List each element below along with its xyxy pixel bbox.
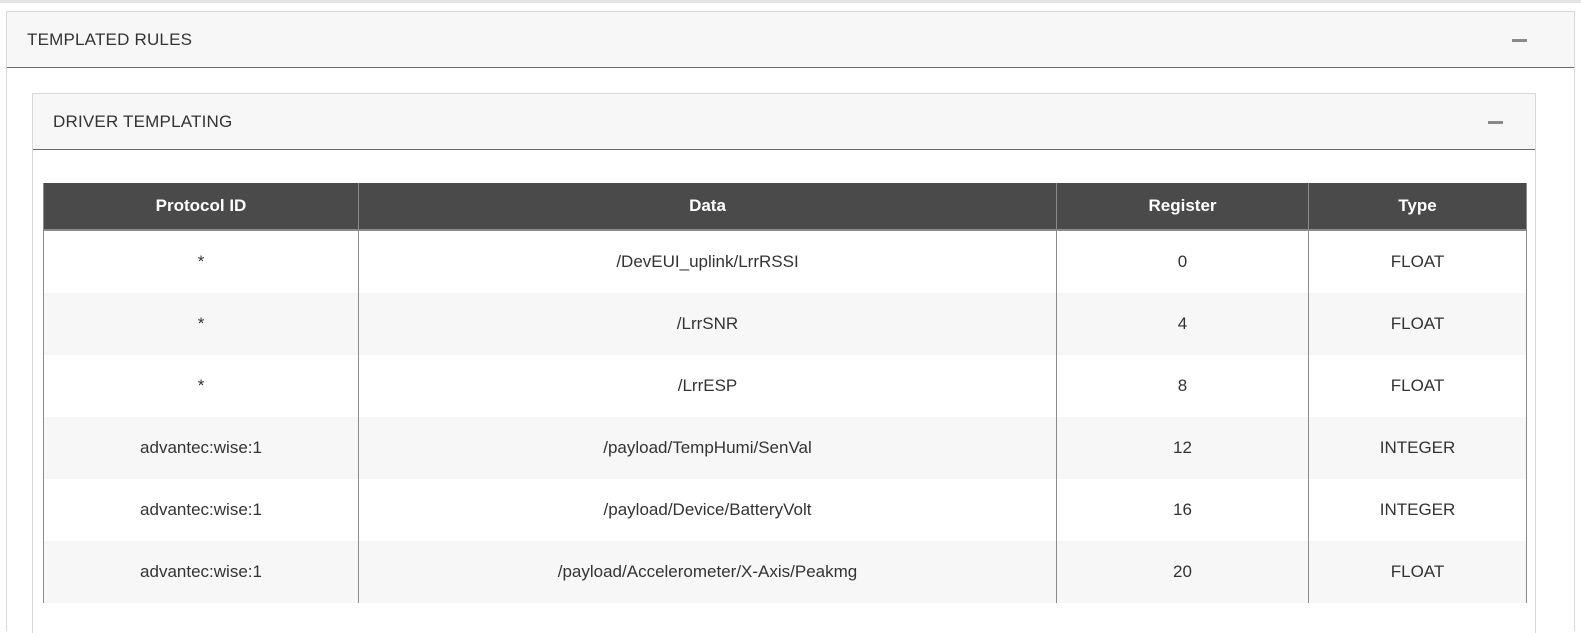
- data-cell: /payload/Device/BatteryVolt: [358, 479, 1057, 541]
- type-cell: FLOAT: [1308, 293, 1527, 355]
- type-cell: FLOAT: [1308, 230, 1527, 293]
- data-cell: /LrrSNR: [358, 293, 1057, 355]
- data-cell: /payload/TempHumi/SenVal: [358, 417, 1057, 479]
- type-cell: INTEGER: [1308, 479, 1527, 541]
- table-row[interactable]: advantec:wise:1 /payload/Accelerometer/X…: [43, 541, 1527, 603]
- register-cell: 16: [1056, 479, 1309, 541]
- table-row[interactable]: * /LrrESP 8 FLOAT: [43, 355, 1527, 417]
- data-cell: /payload/Accelerometer/X-Axis/Peakmg: [358, 541, 1057, 603]
- minus-icon: [1512, 39, 1527, 42]
- protocol-id-cell: *: [43, 230, 359, 293]
- table-header-row: Protocol ID Data Register Type: [43, 183, 1527, 231]
- table-row[interactable]: * /DevEUI_uplink/LrrRSSI 0 FLOAT: [43, 230, 1527, 293]
- table-row[interactable]: advantec:wise:1 /payload/TempHumi/SenVal…: [43, 417, 1527, 479]
- type-cell: INTEGER: [1308, 417, 1527, 479]
- driver-templating-header[interactable]: DRIVER TEMPLATING: [33, 94, 1535, 150]
- table-row[interactable]: advantec:wise:1 /payload/Device/BatteryV…: [43, 479, 1527, 541]
- protocol-id-cell: advantec:wise:1: [43, 541, 359, 603]
- collapse-templated-rules-button[interactable]: [1504, 25, 1534, 55]
- type-cell: FLOAT: [1308, 355, 1527, 417]
- column-header-data[interactable]: Data: [358, 183, 1057, 231]
- data-cell: /DevEUI_uplink/LrrRSSI: [358, 230, 1057, 293]
- collapse-driver-templating-button[interactable]: [1480, 107, 1510, 137]
- column-header-register[interactable]: Register: [1056, 183, 1309, 231]
- register-cell: 0: [1056, 230, 1309, 293]
- driver-templating-panel: DRIVER TEMPLATING Protocol ID Data Regis…: [32, 93, 1536, 633]
- column-header-protocol-id[interactable]: Protocol ID: [43, 183, 359, 231]
- column-header-type[interactable]: Type: [1308, 183, 1527, 231]
- register-cell: 8: [1056, 355, 1309, 417]
- templated-rules-header[interactable]: TEMPLATED RULES: [7, 12, 1574, 68]
- top-edge-strip: [0, 0, 1581, 3]
- driver-templating-table: Protocol ID Data Register Type * /DevEUI…: [43, 183, 1527, 603]
- protocol-id-cell: *: [43, 355, 359, 417]
- type-cell: FLOAT: [1308, 541, 1527, 603]
- minus-icon: [1488, 121, 1503, 124]
- register-cell: 12: [1056, 417, 1309, 479]
- templated-rules-title: TEMPLATED RULES: [27, 30, 193, 49]
- table-row[interactable]: * /LrrSNR 4 FLOAT: [43, 293, 1527, 355]
- protocol-id-cell: advantec:wise:1: [43, 417, 359, 479]
- register-cell: 4: [1056, 293, 1309, 355]
- register-cell: 20: [1056, 541, 1309, 603]
- data-cell: /LrrESP: [358, 355, 1057, 417]
- protocol-id-cell: advantec:wise:1: [43, 479, 359, 541]
- driver-templating-title: DRIVER TEMPLATING: [53, 112, 233, 131]
- protocol-id-cell: *: [43, 293, 359, 355]
- templated-rules-panel: TEMPLATED RULES DRIVER TEMPLATING Protoc…: [6, 11, 1575, 633]
